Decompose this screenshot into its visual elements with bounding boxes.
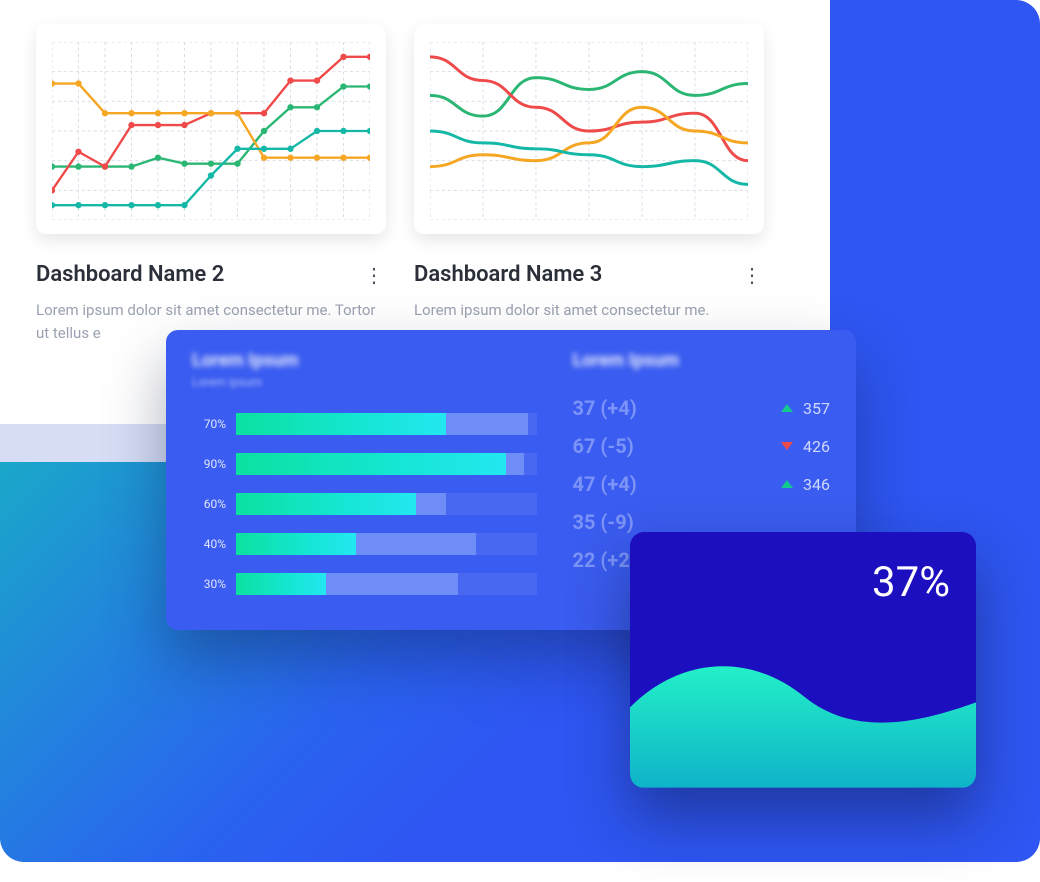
- stat-main-value: 37 (+4): [573, 396, 637, 420]
- card-title: Dashboard Name 3: [414, 262, 602, 287]
- dashboard-card-2-chart: [36, 24, 386, 234]
- bar-label: 40%: [192, 537, 236, 551]
- bar-track: [236, 453, 537, 475]
- bar-chart: 70% 90% 60% 40% 30%: [192, 411, 537, 597]
- bar-track: [236, 533, 537, 555]
- trend-up-icon: [781, 404, 793, 412]
- bar-row: 90%: [192, 451, 537, 477]
- bar-chart-section: Lorem Ipsum Lorem ipsum 70% 90% 60% 40% 30%: [192, 350, 537, 610]
- stat-main-value: 67 (-5): [573, 434, 634, 458]
- bar-label: 30%: [192, 577, 236, 591]
- bar-label: 70%: [192, 417, 236, 431]
- card-description: Lorem ipsum dolor sit amet consectetur m…: [414, 299, 764, 322]
- more-menu-icon[interactable]: ⋮: [362, 265, 386, 285]
- bar-label: 90%: [192, 457, 236, 471]
- bar-label: 60%: [192, 497, 236, 511]
- trend-down-icon: [781, 442, 793, 450]
- stat-row: 37 (+4) 357: [573, 389, 830, 427]
- bar-track: [236, 573, 537, 595]
- trend-up-icon: [781, 480, 793, 488]
- stat-row: 47 (+4) 346: [573, 465, 830, 503]
- stat-row: 67 (-5) 426: [573, 427, 830, 465]
- bar-row: 40%: [192, 531, 537, 557]
- bar-row: 70%: [192, 411, 537, 437]
- stat-secondary-value: 357: [803, 399, 830, 418]
- bar-chart-subtitle: Lorem ipsum: [192, 375, 537, 389]
- bar-chart-title: Lorem Ipsum: [192, 350, 537, 371]
- stat-secondary-value: 346: [803, 475, 830, 494]
- card-title: Dashboard Name 2: [36, 262, 224, 287]
- dashboard-card-3-chart: [414, 24, 764, 234]
- bar-row: 60%: [192, 491, 537, 517]
- stat-secondary-value: 426: [803, 437, 830, 456]
- wave-area-icon: [630, 647, 976, 788]
- stat-trend: 357: [758, 399, 830, 418]
- stat-main-value: 22 (+2): [573, 548, 637, 572]
- stats-title: Lorem Ipsum: [573, 350, 830, 371]
- bar-track: [236, 493, 537, 515]
- dashboard-card-3[interactable]: Dashboard Name 3 ⋮ Lorem ipsum dolor sit…: [414, 24, 764, 343]
- stat-main-value: 47 (+4): [573, 472, 637, 496]
- card-header: Dashboard Name 2 ⋮: [36, 262, 386, 287]
- card-header: Dashboard Name 3 ⋮: [414, 262, 764, 287]
- wave-percent-widget[interactable]: 37%: [630, 532, 976, 788]
- dashboard-card-2[interactable]: Dashboard Name 2 ⋮ Lorem ipsum dolor sit…: [36, 24, 386, 343]
- wave-percent-value: 37%: [872, 558, 950, 607]
- stat-trend: 426: [758, 437, 830, 456]
- more-menu-icon[interactable]: ⋮: [740, 265, 764, 285]
- bar-track: [236, 413, 537, 435]
- stat-main-value: 35 (-9): [573, 510, 634, 534]
- stat-trend: 346: [758, 475, 830, 494]
- bar-row: 30%: [192, 571, 537, 597]
- cards-row: Dashboard Name 2 ⋮ Lorem ipsum dolor sit…: [36, 24, 806, 343]
